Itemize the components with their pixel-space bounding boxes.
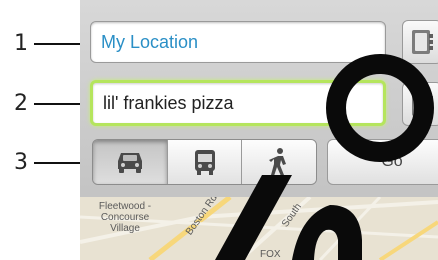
bus-icon: [194, 150, 215, 175]
callout-number-3: 3: [14, 150, 28, 175]
directions-screen: My Location lil' frankies pizza Go Fleet…: [80, 0, 438, 260]
callout-number-1: 1: [14, 31, 28, 56]
travel-mode-selector: [92, 139, 317, 185]
go-button[interactable]: Go: [327, 139, 438, 185]
walk-icon: [269, 148, 287, 176]
destination-contacts-button[interactable]: [402, 82, 438, 126]
start-contacts-button[interactable]: [402, 20, 438, 64]
destination-input[interactable]: lil' frankies pizza: [90, 80, 386, 126]
map-label-fleetwood: Fleetwood - Concourse Village: [98, 201, 152, 234]
callout-number-2: 2: [14, 91, 28, 116]
start-location-input[interactable]: My Location: [90, 21, 386, 63]
car-icon: [117, 153, 142, 173]
map-label-fox: FOX: [260, 249, 281, 260]
walking-mode-button[interactable]: [242, 140, 316, 184]
map-view[interactable]: Fleetwood - Concourse Village Boston Rd …: [80, 197, 438, 260]
car-mode-button[interactable]: [93, 140, 168, 184]
contact-book-icon: [412, 92, 433, 116]
contact-book-icon: [412, 30, 433, 54]
transit-mode-button[interactable]: [167, 140, 243, 184]
